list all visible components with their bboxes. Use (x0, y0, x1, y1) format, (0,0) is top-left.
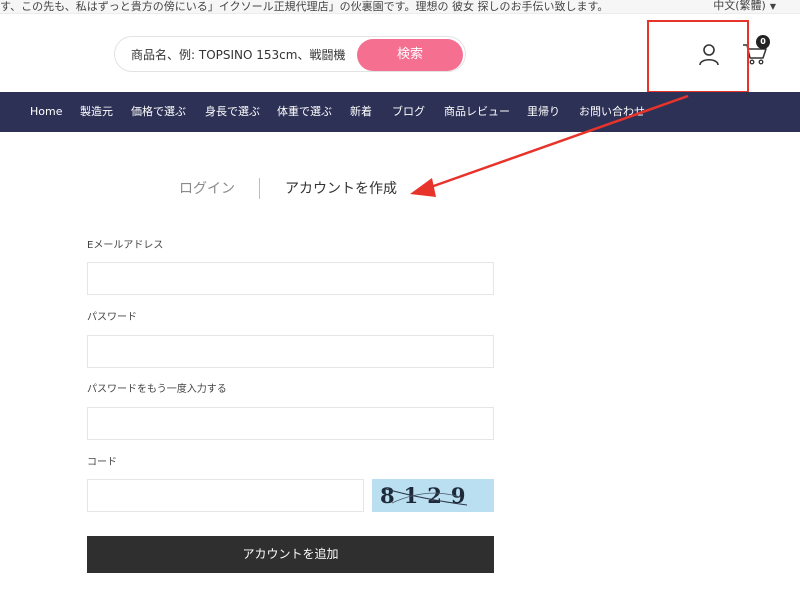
annotation-arrow (410, 94, 689, 197)
